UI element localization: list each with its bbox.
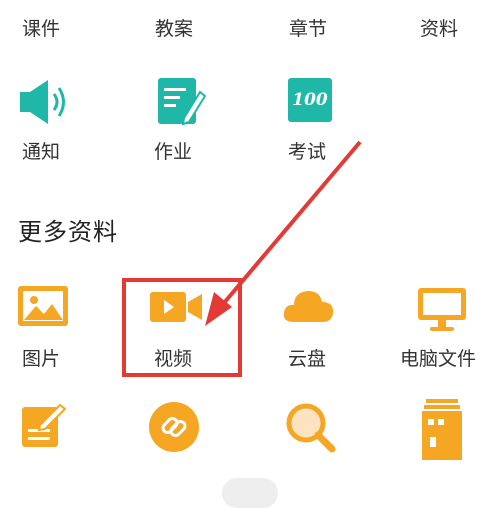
link-icon [149, 402, 199, 452]
row4-item-link[interactable] [132, 395, 252, 465]
row4-item-archive[interactable] [398, 395, 494, 471]
bottom-nav-handle[interactable] [222, 478, 278, 508]
row4-item-notes[interactable] [0, 395, 120, 465]
magnifier-icon [286, 403, 336, 453]
note-edit-icon [22, 403, 66, 447]
row4-item-search[interactable] [266, 395, 386, 465]
